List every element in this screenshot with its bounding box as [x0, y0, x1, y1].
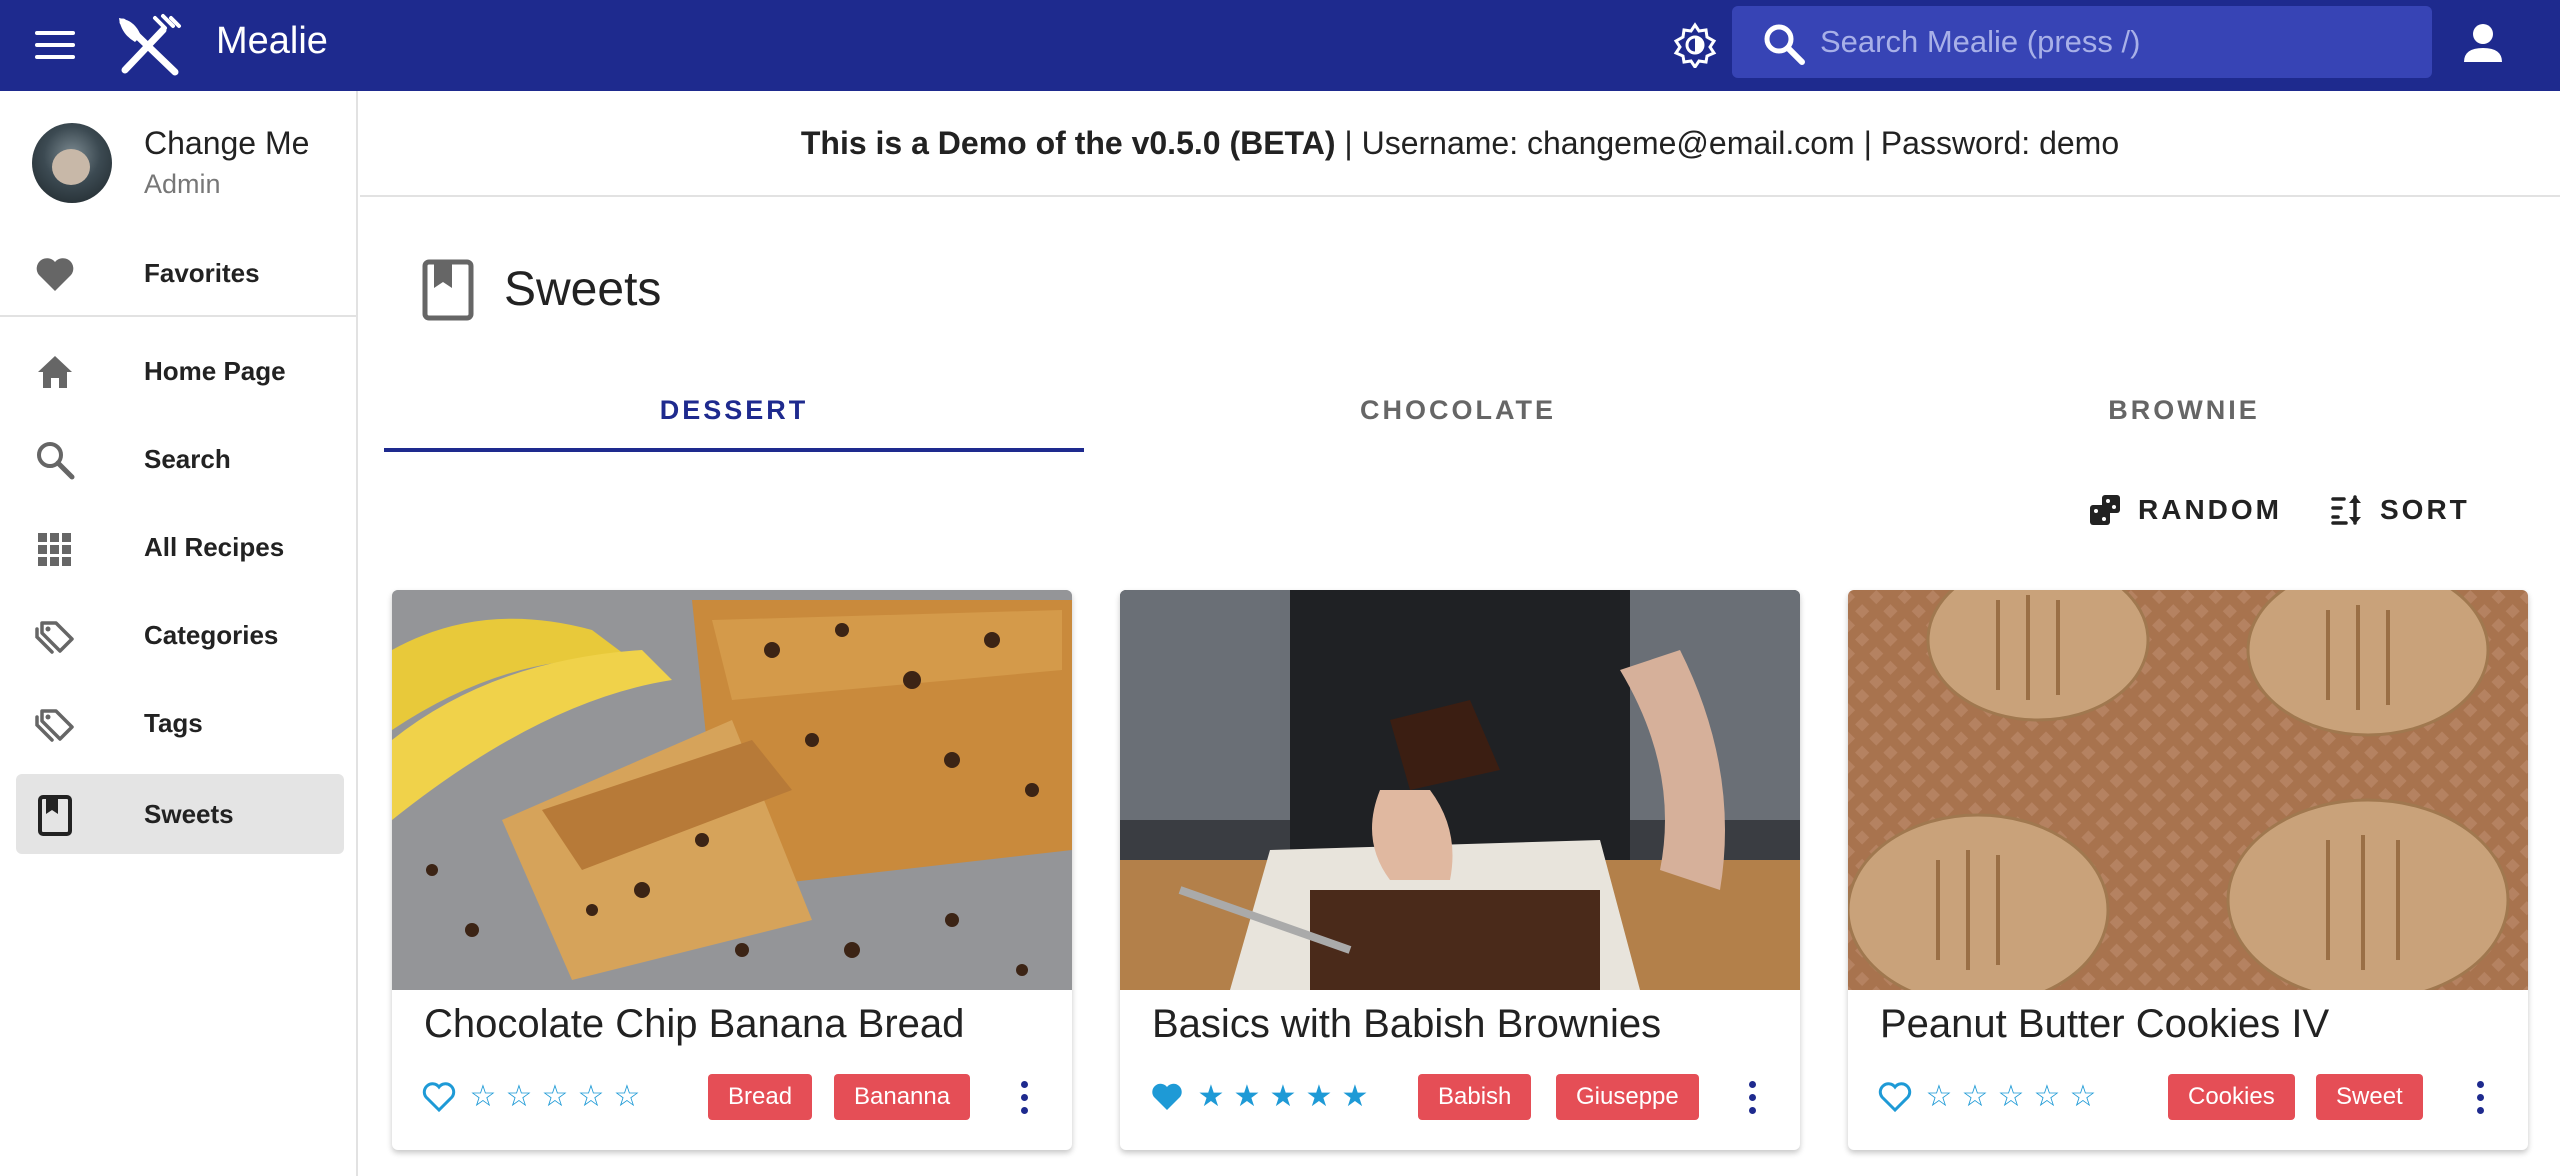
star-outline-icon[interactable]: ☆: [1960, 1080, 1990, 1114]
divider: [0, 315, 356, 317]
star-icon[interactable]: ★: [1340, 1080, 1370, 1114]
recipe-title[interactable]: Chocolate Chip Banana Bread: [424, 1002, 964, 1047]
search-icon: [37, 442, 75, 480]
rating-stars[interactable]: ☆ ☆ ☆ ☆ ☆: [468, 1080, 642, 1114]
sort-button[interactable]: SORT: [2330, 486, 2470, 534]
search-box[interactable]: [1732, 6, 2432, 78]
recipe-tag[interactable]: Bread: [708, 1074, 813, 1120]
tab-brownie[interactable]: BROWNIE: [1834, 368, 2534, 452]
sidebar-item-label: All Recipes: [144, 531, 285, 562]
star-outline-icon[interactable]: ☆: [612, 1080, 642, 1114]
recipe-tag[interactable]: Babish: [1418, 1074, 1532, 1120]
recipe-title[interactable]: Peanut Butter Cookies IV: [1880, 1002, 2329, 1047]
recipe-card[interactable]: Chocolate Chip Banana Bread ☆ ☆ ☆ ☆ ☆ Bread …: [392, 590, 1072, 1150]
sidebar-item-label: Home Page: [144, 355, 286, 386]
menu-icon[interactable]: [26, 20, 84, 70]
random-button[interactable]: RANDOM: [2088, 486, 2282, 534]
heart-icon[interactable]: [1150, 1080, 1184, 1114]
sort-label: SORT: [2380, 494, 2470, 525]
app-bar: Mealie: [0, 0, 2560, 91]
star-outline-icon[interactable]: ☆: [540, 1080, 570, 1114]
star-outline-icon[interactable]: ☆: [468, 1080, 498, 1114]
bookmark-book-icon: [38, 795, 72, 836]
more-options-icon[interactable]: [1014, 1074, 1034, 1120]
sidebar-item-favorites[interactable]: Favorites: [16, 233, 344, 313]
recipe-tag[interactable]: Giuseppe: [1556, 1074, 1699, 1120]
app-title[interactable]: Mealie: [216, 20, 328, 63]
rating-stars[interactable]: ★ ★ ★ ★ ★: [1196, 1080, 1370, 1114]
sidebar-item-label: Sweets: [144, 798, 234, 829]
heart-outline-icon[interactable]: [1878, 1080, 1912, 1114]
recipe-image: [1848, 590, 2528, 990]
profile-name: Change Me: [144, 125, 310, 161]
star-icon[interactable]: ★: [1232, 1080, 1262, 1114]
rating-stars[interactable]: ☆ ☆ ☆ ☆ ☆: [1924, 1080, 2098, 1114]
tag-multiple-icon: [35, 709, 74, 742]
random-label: RANDOM: [2138, 494, 2282, 525]
user-profile[interactable]: Change Me Admin: [0, 91, 356, 223]
recipe-card[interactable]: Peanut Butter Cookies IV ☆ ☆ ☆ ☆ ☆ Cookies S…: [1848, 590, 2528, 1150]
sidebar-item-search[interactable]: Search: [16, 419, 344, 499]
recipe-title[interactable]: Basics with Babish Brownies: [1152, 1002, 1661, 1047]
more-options-icon[interactable]: [1742, 1074, 1762, 1120]
grid-icon: [38, 533, 71, 566]
banner-text: | Username: changeme@email.com | Passwor…: [1335, 124, 2120, 161]
tab-dessert[interactable]: DESSERT: [384, 368, 1084, 452]
star-outline-icon[interactable]: ☆: [504, 1080, 534, 1114]
page-header: [420, 258, 478, 322]
mealie-logo-icon[interactable]: [115, 12, 187, 78]
star-outline-icon[interactable]: ☆: [1924, 1080, 1954, 1114]
heart-icon: [36, 258, 74, 291]
star-outline-icon[interactable]: ☆: [576, 1080, 606, 1114]
star-outline-icon[interactable]: ☆: [1996, 1080, 2026, 1114]
search-input[interactable]: [1820, 6, 2410, 78]
dice-icon: [2090, 495, 2120, 525]
sidebar-item-label: Search: [144, 443, 231, 474]
bookmark-book-icon: [422, 259, 474, 321]
sort-icon: [2331, 495, 2361, 525]
tag-multiple-icon: [35, 621, 74, 654]
demo-banner: This is a Demo of the v0.5.0 (BETA) | Us…: [360, 91, 2560, 197]
avatar: [32, 123, 112, 203]
heart-outline-icon[interactable]: [422, 1080, 456, 1114]
sidebar-item-label: Tags: [144, 707, 203, 738]
account-icon[interactable]: [2460, 20, 2506, 66]
sidebar-item-categories[interactable]: Categories: [16, 595, 344, 675]
star-icon[interactable]: ★: [1268, 1080, 1298, 1114]
recipe-tag[interactable]: Bananna: [834, 1074, 971, 1120]
sidebar-item-label: Favorites: [144, 257, 260, 288]
sidebar: Change Me Admin Favorites Home Page Sear…: [0, 91, 358, 1176]
banner-bold-text: This is a Demo of the v0.5.0 (BETA): [800, 124, 1336, 161]
star-icon[interactable]: ★: [1196, 1080, 1226, 1114]
category-tabs: DESSERT CHOCOLATE BROWNIE: [384, 368, 2544, 452]
recipe-image: [392, 590, 1072, 990]
star-icon[interactable]: ★: [1304, 1080, 1334, 1114]
star-outline-icon[interactable]: ☆: [2068, 1080, 2098, 1114]
sidebar-item-home[interactable]: Home Page: [16, 331, 344, 411]
recipe-card[interactable]: Basics with Babish Brownies ★ ★ ★ ★ ★ Babish…: [1120, 590, 1800, 1150]
recipe-image: [1120, 590, 1800, 990]
more-options-icon[interactable]: [2470, 1074, 2490, 1120]
recipe-tag[interactable]: Cookies: [2168, 1074, 2295, 1120]
page-title: Sweets: [504, 263, 662, 316]
sidebar-item-sweets[interactable]: Sweets: [16, 774, 344, 854]
home-icon: [38, 356, 72, 388]
profile-role: Admin: [144, 169, 221, 199]
brightness-icon[interactable]: [1672, 22, 1718, 68]
search-icon: [1764, 24, 1805, 65]
sidebar-item-tags[interactable]: Tags: [16, 683, 344, 763]
sidebar-item-all-recipes[interactable]: All Recipes: [16, 507, 344, 587]
tab-chocolate[interactable]: CHOCOLATE: [1108, 368, 1808, 452]
recipe-tag[interactable]: Sweet: [2316, 1074, 2423, 1120]
sidebar-item-label: Categories: [144, 619, 279, 650]
star-outline-icon[interactable]: ☆: [2032, 1080, 2062, 1114]
